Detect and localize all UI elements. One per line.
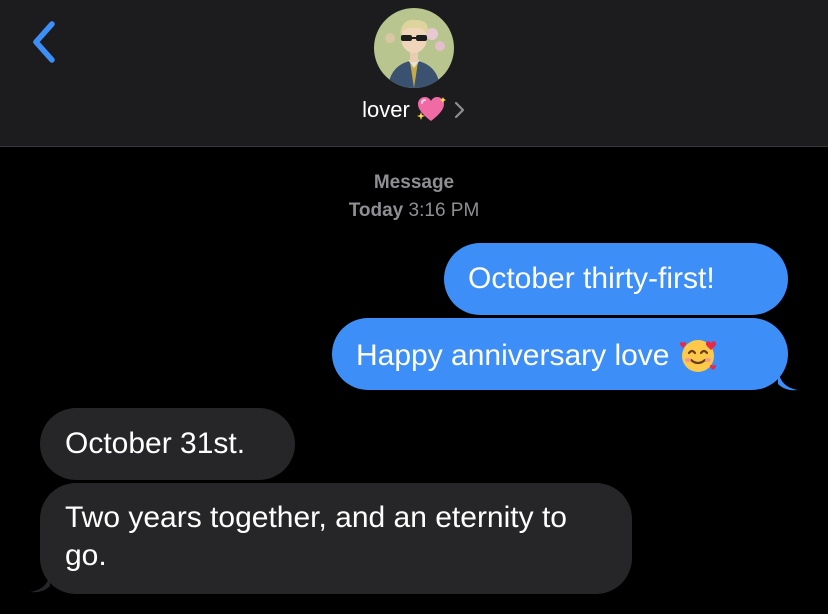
smiling-face-with-hearts-icon — [679, 340, 716, 372]
chevron-right-icon — [454, 101, 464, 119]
contact-name: lover — [362, 97, 410, 122]
message-text: October 31st. — [65, 427, 246, 460]
service-label: Message — [373, 172, 455, 193]
contact-name-button[interactable]: lover — [0, 94, 828, 126]
conversation-header: lover — [0, 0, 828, 147]
timestamp-day: Today — [348, 200, 404, 221]
received-message-bubble[interactable]: October 31st. — [40, 408, 295, 480]
bubble-tail — [778, 370, 798, 391]
timestamp: Today 3:16 PM — [0, 198, 828, 224]
back-button[interactable] — [28, 18, 68, 64]
message-text: Two years together, and an eternity to g… — [65, 501, 567, 572]
timestamp-time: 3:16 PM — [408, 200, 480, 221]
message-text: Happy anniversary love — [356, 339, 670, 372]
chevron-left-icon — [33, 21, 55, 63]
received-message-bubble[interactable]: Two years together, and an eternity to g… — [30, 483, 632, 594]
bubble-tail — [30, 574, 50, 593]
message-text: October thirty-first! — [468, 262, 715, 295]
sent-message-bubble[interactable]: Happy anniversary love — [332, 318, 798, 391]
contact-avatar[interactable] — [374, 8, 454, 88]
sent-message-bubble[interactable]: October thirty-first! — [444, 243, 788, 315]
sparkling-heart-icon — [416, 97, 446, 121]
